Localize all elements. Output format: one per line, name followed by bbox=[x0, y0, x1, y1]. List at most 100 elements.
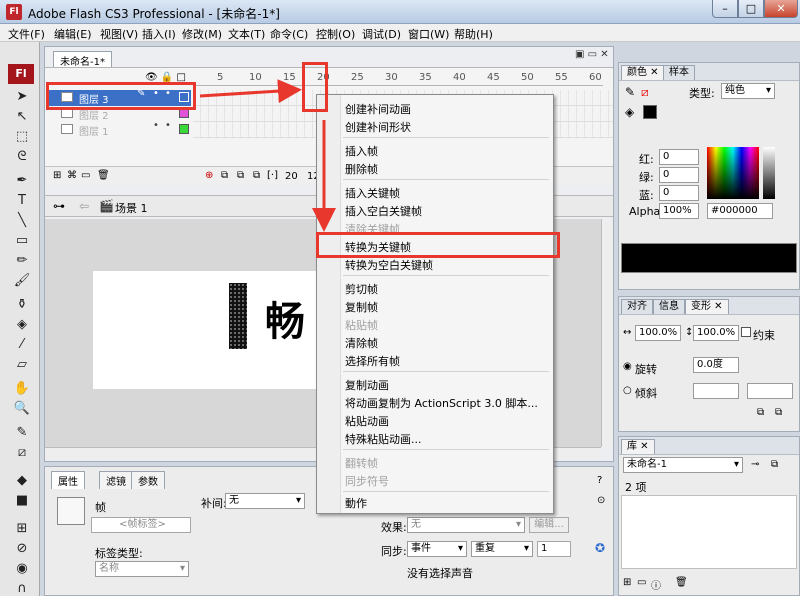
smooth-icon[interactable]: ⊘ bbox=[13, 540, 31, 558]
visibility-dot[interactable]: • bbox=[153, 120, 159, 131]
swap-colors-icon[interactable]: ■ bbox=[13, 492, 31, 510]
edit-frames-icon[interactable]: ⧉ bbox=[253, 170, 260, 181]
menu-text[interactable]: 文本(T) bbox=[228, 26, 265, 42]
close-button[interactable]: ✕ bbox=[764, 0, 798, 18]
help-icon[interactable]: ? bbox=[597, 475, 602, 486]
reset-transform-icon[interactable]: ⧉ bbox=[775, 407, 782, 418]
accessibility-icon[interactable]: ✪ bbox=[595, 541, 605, 555]
color-spectrum[interactable] bbox=[707, 147, 759, 199]
tab-filters[interactable]: 滤镜 bbox=[99, 471, 133, 489]
eyedropper-icon[interactable]: ⁄ bbox=[13, 336, 31, 354]
scale-width-input[interactable]: 100.0% bbox=[635, 325, 681, 341]
hex-input[interactable]: #000000 bbox=[707, 203, 773, 219]
stage-character[interactable]: 畅 bbox=[265, 289, 305, 347]
menu-remove-frames[interactable]: 删除帧 bbox=[345, 161, 378, 177]
menu-select-all-frames[interactable]: 选择所有帧 bbox=[345, 353, 400, 369]
skew-v-input[interactable] bbox=[747, 383, 793, 399]
new-folder-icon[interactable]: ▭ bbox=[637, 577, 646, 588]
menu-create-shape-tween[interactable]: 创建补间形状 bbox=[345, 119, 411, 135]
snap-icon[interactable]: ⊞ bbox=[13, 520, 31, 538]
center-frame-icon[interactable]: ⊕ bbox=[205, 170, 213, 181]
menu-commands[interactable]: 命令(C) bbox=[270, 26, 308, 42]
rotate-input[interactable]: 0.0度 bbox=[693, 357, 739, 373]
tab-library[interactable]: 库 ✕ bbox=[621, 439, 655, 454]
fill-swatch[interactable] bbox=[643, 105, 657, 119]
brightness-slider[interactable] bbox=[763, 147, 775, 199]
constrain-checkbox[interactable] bbox=[741, 327, 751, 337]
tab-color[interactable]: 颜色 ✕ bbox=[621, 65, 665, 80]
rotate-radio[interactable]: ◉ bbox=[623, 361, 632, 372]
pin-icon[interactable]: ⊸ bbox=[751, 459, 759, 470]
stage-vertical-scrollbar[interactable] bbox=[601, 219, 613, 447]
scale-height-input[interactable]: 100.0% bbox=[693, 325, 739, 341]
tab-info[interactable]: 信息 bbox=[653, 299, 685, 314]
maximize-button[interactable]: □ bbox=[738, 0, 764, 18]
menu-paste-motion-special[interactable]: 特殊粘贴动画... bbox=[345, 431, 422, 447]
pencil-tool-icon[interactable]: ✏ bbox=[13, 252, 31, 270]
library-list[interactable] bbox=[621, 495, 797, 569]
brush-tool-icon[interactable]: 🖌 bbox=[13, 272, 31, 290]
hand-tool-icon[interactable]: ✋ bbox=[13, 380, 31, 398]
tab-align[interactable]: 对齐 bbox=[621, 299, 653, 314]
timeline-toggle-icon[interactable]: ⊶ bbox=[53, 199, 65, 213]
paint-bucket-icon[interactable]: ◈ bbox=[13, 316, 31, 334]
lock-dot[interactable]: • bbox=[165, 120, 171, 131]
skew-h-input[interactable] bbox=[693, 383, 739, 399]
sync-select[interactable]: 事件 bbox=[407, 541, 467, 557]
frame-label-input[interactable]: <帧标签> bbox=[91, 517, 191, 533]
menu-paste-motion[interactable]: 粘贴动画 bbox=[345, 413, 389, 429]
effect-select[interactable]: 无 bbox=[407, 517, 525, 533]
type-select[interactable]: 纯色 bbox=[721, 83, 775, 99]
layer-row-1[interactable]: 图层 1 • • bbox=[49, 120, 191, 138]
skew-radio[interactable]: ○ bbox=[623, 385, 632, 396]
menu-cut-frames[interactable]: 剪切帧 bbox=[345, 281, 378, 297]
selection-tool-icon[interactable]: ➤ bbox=[13, 88, 31, 106]
add-folder-icon[interactable]: ▭ bbox=[81, 170, 90, 181]
minimize-button[interactable]: – bbox=[712, 0, 738, 18]
timeline-ruler[interactable]: 5 10 15 20 25 30 35 40 45 50 55 60 bbox=[193, 72, 603, 86]
ink-bottle-icon[interactable]: ⚱ bbox=[13, 296, 31, 314]
menu-clear-frames[interactable]: 清除帧 bbox=[345, 335, 378, 351]
tab-parameters[interactable]: 参数 bbox=[131, 471, 165, 489]
no-color-icon[interactable]: ⧄ bbox=[13, 444, 31, 462]
menu-modify[interactable]: 修改(M) bbox=[182, 26, 222, 42]
menu-edit[interactable]: 编辑(E) bbox=[54, 26, 92, 42]
fill-bucket-icon[interactable]: ◈ bbox=[625, 105, 634, 119]
library-document-select[interactable]: 未命名-1 bbox=[623, 457, 743, 473]
green-input[interactable]: 0 bbox=[659, 167, 699, 183]
zoom-tool-icon[interactable]: 🔍 bbox=[13, 400, 31, 418]
layer-color-box[interactable] bbox=[179, 124, 189, 134]
menu-view[interactable]: 视图(V) bbox=[100, 26, 138, 42]
menu-copy-frames[interactable]: 复制帧 bbox=[345, 299, 378, 315]
magnet-icon[interactable]: ∩ bbox=[13, 580, 31, 596]
onion-skin-icon[interactable]: ⧉ bbox=[221, 170, 228, 181]
stroke-pencil-icon[interactable]: ✎ bbox=[625, 85, 635, 99]
fill-color-icon[interactable]: ◆ bbox=[13, 472, 31, 490]
pen-tool-icon[interactable]: ✒ bbox=[13, 172, 31, 190]
line-tool-icon[interactable]: ╲ bbox=[13, 212, 31, 230]
free-transform-icon[interactable]: ⬚ bbox=[13, 128, 31, 146]
add-guide-icon[interactable]: ⌘ bbox=[67, 170, 77, 181]
label-type-select[interactable]: 名称 bbox=[95, 561, 189, 577]
onion-outline-icon[interactable]: ⧉ bbox=[237, 170, 244, 181]
stroke-color-icon[interactable]: ✎ bbox=[13, 424, 31, 442]
add-layer-icon[interactable]: ⊞ bbox=[53, 170, 61, 181]
menu-insert[interactable]: 插入(I) bbox=[142, 26, 176, 42]
menu-insert-blank-keyframe[interactable]: 插入空白关键帧 bbox=[345, 203, 422, 219]
menu-convert-to-blank-keyframe[interactable]: 转换为空白关键帧 bbox=[345, 257, 433, 273]
menu-copy-motion-as-as3[interactable]: 将动画复制为 ActionScript 3.0 脚本... bbox=[345, 395, 538, 411]
scene-label[interactable]: 场景 1 bbox=[115, 200, 148, 216]
new-symbol-icon[interactable]: ⊞ bbox=[623, 577, 631, 588]
text-tool-icon[interactable]: T bbox=[13, 192, 31, 210]
delete-icon[interactable]: 🗑 bbox=[675, 577, 688, 588]
panel-option-icon[interactable]: ⊙ bbox=[597, 495, 605, 506]
tab-transform[interactable]: 变形 ✕ bbox=[685, 299, 729, 314]
tab-properties[interactable]: 属性 bbox=[51, 471, 85, 489]
edit-button[interactable]: 编辑... bbox=[529, 517, 569, 533]
red-input[interactable]: 0 bbox=[659, 149, 699, 165]
back-arrow-icon[interactable]: ⇦ bbox=[79, 199, 89, 213]
menu-debug[interactable]: 调试(D) bbox=[362, 26, 401, 42]
new-library-panel-icon[interactable]: ⧉ bbox=[771, 459, 778, 470]
straighten-icon[interactable]: ◉ bbox=[13, 560, 31, 578]
stage-rectangle[interactable] bbox=[229, 283, 247, 349]
